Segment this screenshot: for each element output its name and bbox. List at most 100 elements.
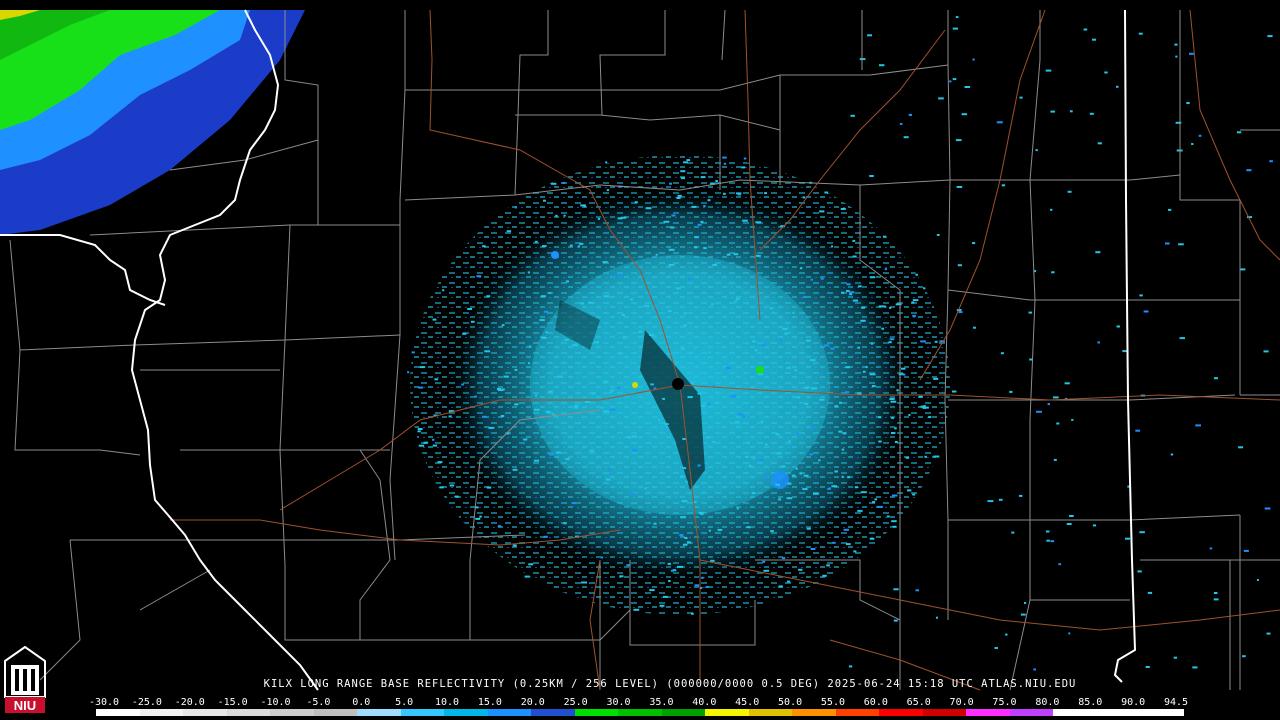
scale-color-segment (661, 709, 706, 716)
echo-speck (512, 544, 517, 547)
echo-speck (1036, 410, 1042, 413)
echo-speck (486, 486, 492, 489)
echo-speck (1046, 539, 1050, 542)
echo-speck (820, 277, 824, 280)
scale-color-segment (1009, 709, 1054, 716)
echo-speck (1266, 632, 1271, 635)
scale-tick-label: 80.0 (1035, 697, 1060, 708)
scale-color-segment (618, 709, 663, 716)
echo-speck (467, 308, 472, 310)
echo-speck (1052, 396, 1059, 399)
scale-tick-label: 90.0 (1121, 697, 1146, 708)
echo-speck (619, 352, 623, 355)
echo-speck (775, 433, 780, 436)
echo-speck (755, 254, 761, 257)
scale-color-segment (487, 709, 532, 716)
scale-color-segment (183, 709, 228, 716)
echo-speck (1083, 28, 1088, 31)
echo-speck (899, 122, 903, 125)
echo-speck (867, 34, 872, 37)
echo-speck (501, 388, 505, 391)
echo-speck (827, 487, 831, 490)
echo-speck (1066, 523, 1072, 525)
echo-speck (488, 426, 495, 429)
echo-speck (852, 255, 857, 258)
scale-tick-label: 0.0 (352, 697, 371, 708)
echo-speck (1045, 69, 1052, 72)
echo-speck (722, 156, 727, 159)
scale-tick-label: 70.0 (949, 697, 974, 708)
echo-speck (589, 449, 595, 452)
echo-speck (594, 341, 599, 344)
echo-speck (853, 550, 857, 553)
echo-speck (1269, 160, 1273, 163)
echo-speck (762, 560, 766, 563)
echo-speck (734, 421, 740, 424)
echo-speck (486, 295, 491, 298)
echo-speck (1173, 656, 1177, 659)
scale-color-segment (313, 709, 358, 716)
echo-speck (892, 525, 897, 528)
echo-speck (1092, 38, 1097, 41)
echo-speck (1174, 43, 1178, 46)
echo-speck (1001, 184, 1006, 187)
echo-speck (676, 197, 681, 199)
echo-speck (540, 295, 546, 298)
echo-speck (884, 268, 887, 271)
echo-speck (888, 341, 892, 344)
echo-speck (681, 177, 685, 180)
echo-speck (712, 264, 718, 266)
echo-speck (1213, 377, 1218, 380)
echo-speck (417, 428, 423, 430)
echo-speck (805, 402, 809, 405)
echo-speck (848, 665, 853, 668)
echo-speck (752, 457, 755, 460)
echo-speck (1028, 311, 1033, 314)
echo-speck (675, 287, 681, 290)
echo-speck (820, 372, 823, 375)
echo-speck (514, 403, 519, 406)
echo-speck (730, 395, 737, 398)
echo-speck (645, 207, 652, 210)
scale-color-segment (226, 709, 271, 716)
echo-speck (617, 274, 623, 277)
echo-speck (782, 557, 786, 560)
echo-speck (893, 619, 898, 622)
echo-speck (708, 529, 711, 532)
echo-speck (580, 204, 586, 207)
echo-speck (484, 350, 491, 353)
echo-speck (708, 351, 711, 354)
echo-speck (822, 574, 827, 577)
echo-speck (655, 253, 658, 256)
echo-speck (662, 397, 665, 400)
echo-speck (1263, 350, 1269, 353)
scale-color-segment (966, 709, 1011, 716)
echo-speck (668, 580, 671, 582)
echo-speck (934, 340, 938, 343)
echo-speck (706, 436, 709, 439)
echo-speck (717, 528, 723, 531)
echo-speck (700, 176, 706, 179)
echo-speck (1064, 382, 1070, 385)
echo-speck (843, 432, 846, 435)
scale-tick-label: -30.0 (88, 697, 120, 708)
echo-speck (703, 205, 706, 208)
echo-speck (479, 515, 482, 518)
echo-speck (1264, 507, 1271, 510)
echo-speck (514, 206, 517, 209)
echo-speck (877, 505, 883, 508)
echo-speck (600, 556, 604, 559)
echo-speck (1000, 352, 1004, 355)
echo-speck (755, 221, 762, 224)
echo-speck (1069, 110, 1073, 113)
echo-speck (802, 488, 808, 491)
echo-speck (681, 500, 688, 503)
scale-color-segment (1096, 709, 1141, 716)
echo-speck (711, 303, 714, 306)
echo-speck (841, 448, 845, 451)
scale-tick-label: 15.0 (477, 697, 502, 708)
echo-speck (857, 509, 863, 512)
echo-speck (803, 296, 807, 298)
echo-speck (805, 339, 811, 342)
echo-speck (972, 242, 976, 245)
